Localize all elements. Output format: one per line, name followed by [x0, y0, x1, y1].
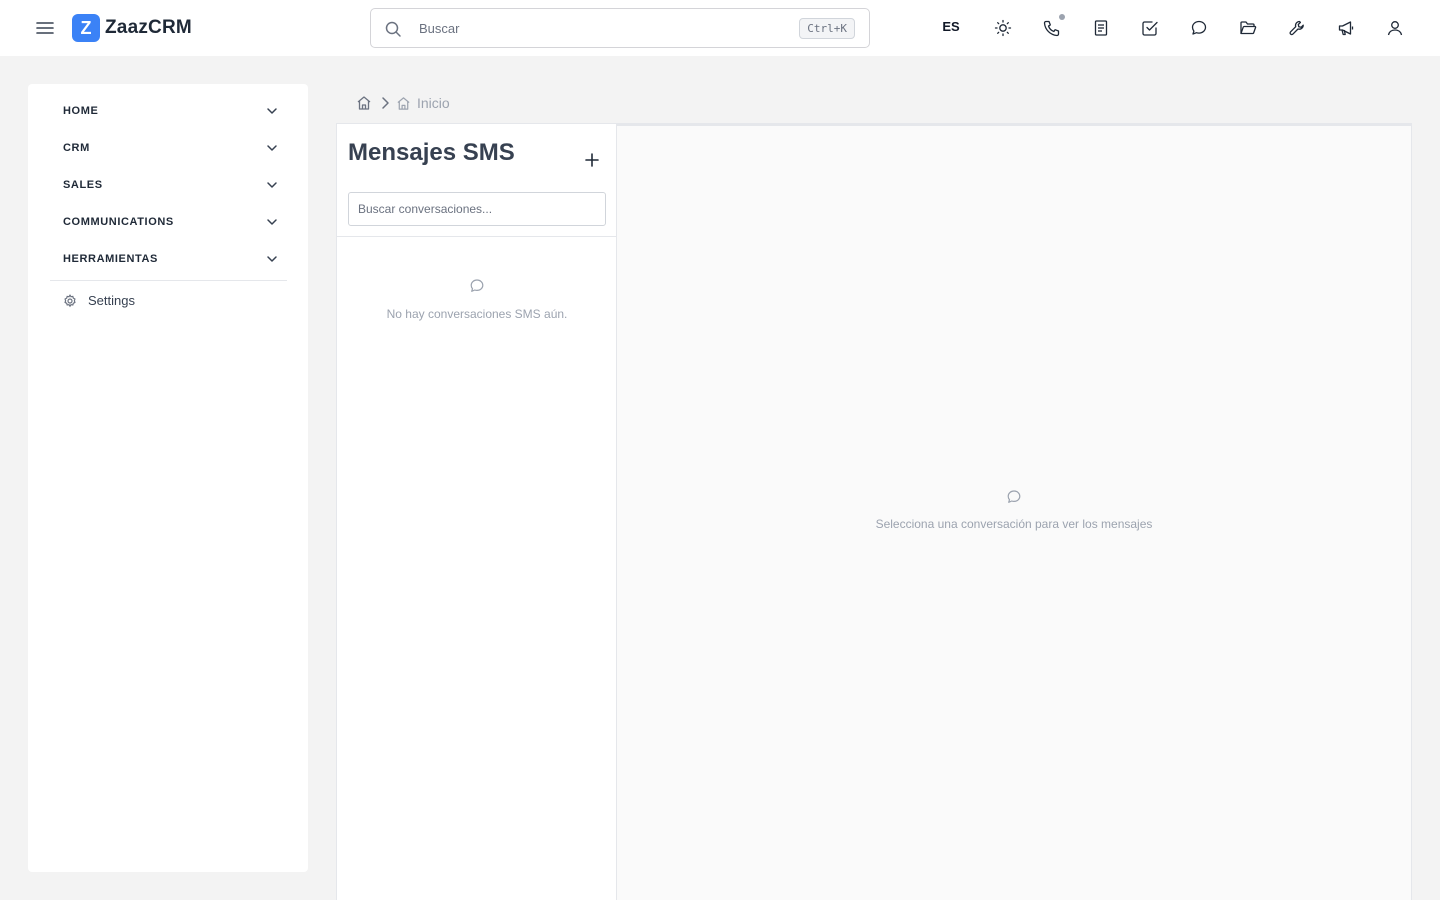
brand[interactable]: Z ZaazCRM	[72, 14, 192, 42]
chevron-right-icon	[380, 96, 390, 110]
global-search[interactable]: Ctrl+K	[370, 8, 870, 48]
sidebar-item-herramientas[interactable]: HERRAMIENTAS	[50, 244, 287, 274]
sidebar-item-crm[interactable]: CRM	[50, 133, 287, 163]
breadcrumb-current: Inicio	[417, 95, 450, 111]
empty-detail-message: Selecciona una conversación para ver los…	[875, 517, 1153, 531]
notes-icon[interactable]	[1089, 16, 1113, 40]
search-icon	[385, 21, 401, 37]
chat-icon	[470, 279, 484, 292]
folder-icon[interactable]	[1236, 16, 1260, 40]
sidebar-item-label: SALES	[63, 179, 103, 191]
new-conversation-button[interactable]	[582, 150, 602, 170]
chevron-down-icon	[267, 182, 277, 188]
sidebar-item-label: COMMUNICATIONS	[63, 216, 174, 228]
tools-icon[interactable]	[1285, 16, 1309, 40]
chat-icon[interactable]	[1187, 16, 1211, 40]
pane-divider	[337, 236, 616, 237]
sidebar-item-label: CRM	[63, 142, 90, 154]
sms-panel: Mensajes SMS No hay conversaciones SMS a…	[336, 123, 1412, 900]
empty-message-detail: Selecciona una conversación para ver los…	[617, 489, 1411, 531]
top-bar: Z ZaazCRM Ctrl+K ES	[0, 0, 1440, 56]
page-title: Mensajes SMS	[348, 139, 515, 166]
user-icon[interactable]	[1383, 16, 1407, 40]
search-input[interactable]	[419, 18, 799, 38]
gear-icon	[64, 293, 76, 307]
sidebar-item-home[interactable]: HOME	[50, 96, 287, 126]
megaphone-icon[interactable]	[1334, 16, 1358, 40]
conversation-list-pane: Mensajes SMS No hay conversaciones SMS a…	[337, 124, 617, 900]
home-icon	[397, 96, 410, 110]
brand-logo: Z	[72, 14, 100, 42]
hamburger-menu-icon[interactable]	[33, 16, 57, 40]
sidebar-item-sales[interactable]: SALES	[50, 170, 287, 200]
sidebar-item-label: HERRAMIENTAS	[63, 253, 158, 265]
notification-dot	[1059, 14, 1065, 20]
chevron-down-icon	[267, 219, 277, 225]
phone-icon[interactable]	[1040, 14, 1065, 40]
empty-conversation-list: No hay conversaciones SMS aún.	[337, 278, 617, 321]
theme-icon[interactable]	[991, 16, 1015, 40]
chat-icon	[1007, 490, 1021, 503]
tasks-icon[interactable]	[1138, 16, 1162, 40]
home-icon[interactable]	[356, 95, 372, 111]
sidebar-item-communications[interactable]: COMMUNICATIONS	[50, 207, 287, 237]
sidebar: HOME CRM SALES COMMUNICATIONS HERRAMIENT…	[28, 84, 308, 872]
conversation-search-input[interactable]	[348, 192, 606, 226]
sidebar-divider	[50, 280, 287, 281]
empty-list-message: No hay conversaciones SMS aún.	[386, 307, 568, 321]
brand-name: ZaazCRM	[105, 17, 192, 38]
breadcrumb: Inicio	[356, 94, 450, 112]
settings-label: Settings	[88, 293, 135, 308]
chevron-down-icon	[267, 256, 277, 262]
language-switcher[interactable]: ES	[940, 19, 962, 34]
plus-icon	[585, 153, 599, 167]
chevron-down-icon	[267, 145, 277, 151]
search-shortcut-hint: Ctrl+K	[799, 18, 855, 39]
sidebar-item-label: HOME	[63, 105, 99, 117]
chevron-down-icon	[267, 108, 277, 114]
sidebar-item-settings[interactable]: Settings	[63, 293, 135, 308]
